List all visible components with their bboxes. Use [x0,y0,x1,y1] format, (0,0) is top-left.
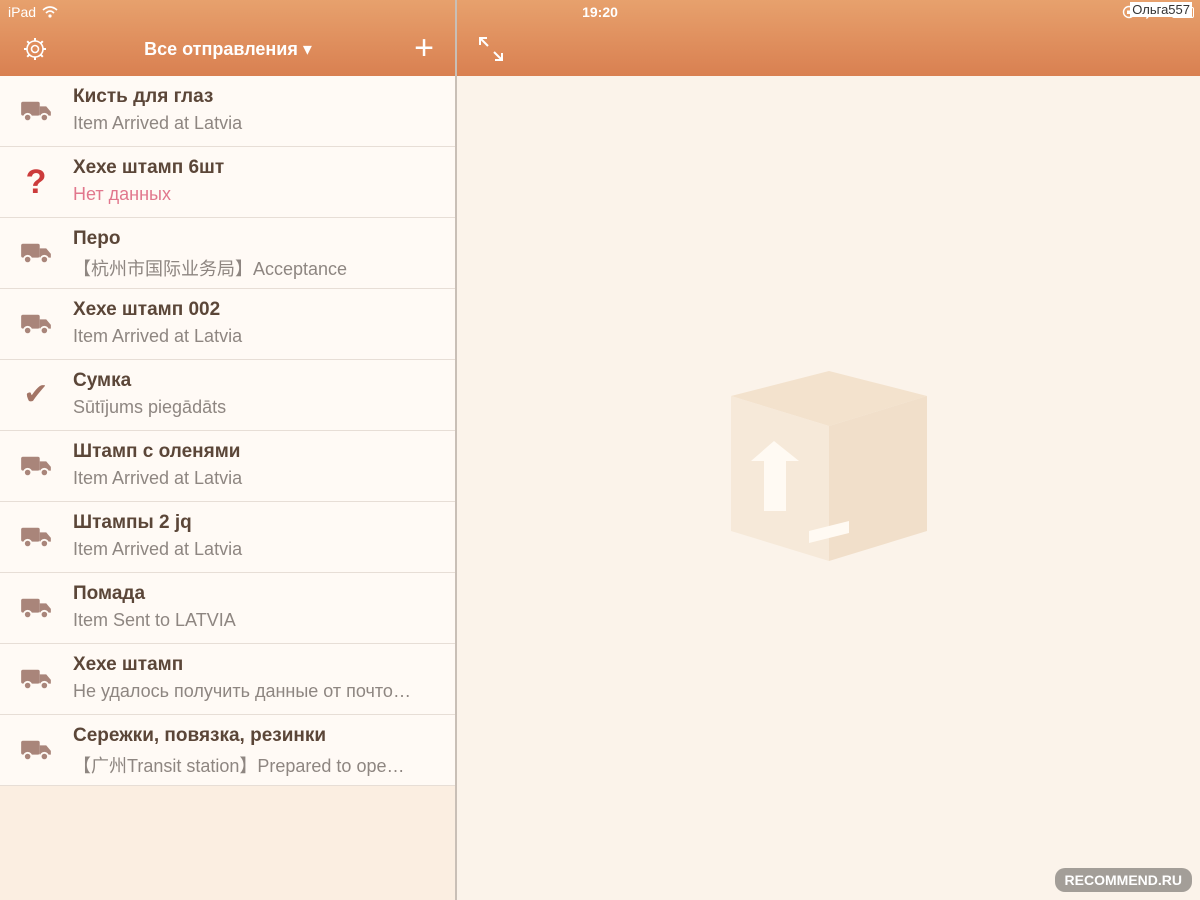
check-icon: ✔ [23,378,49,411]
status-bar: iPad 19:20 9 Ольга557 [0,0,1200,26]
shipment-row[interactable]: Помада Item Sent to LATVIA [0,573,455,644]
package-icon [731,371,927,561]
detail-pane [457,76,1200,900]
detail-nav-bar [457,26,1200,76]
truck-icon [18,451,54,481]
top-bar: iPad 19:20 9 Ольга557 [0,0,1200,76]
shipment-name: Сумка [73,370,132,391]
question-icon: ? [25,163,47,201]
shipment-name: Хехе штамп 6шт [73,157,225,178]
user-tag: Ольга557 [1130,2,1192,17]
list-empty-area [0,786,455,900]
shipment-status: Item Arrived at Latvia [73,326,243,346]
shipment-name: Сережки, повязка, резинки [73,725,327,746]
truck-icon [18,238,54,268]
truck-icon [18,664,54,694]
shipment-name: Хехе штамп [73,654,184,675]
shipment-row[interactable]: ? Хехе штамп 6шт Нет данных [0,147,455,218]
add-shipment-button[interactable]: + [414,31,434,65]
shipment-status: Sūtījums piegādāts [73,397,227,417]
truck-icon [18,522,54,552]
shipment-row[interactable]: Сережки, повязка, резинки 【广州Transit stat… [0,715,455,786]
status-time: 19:20 [582,4,618,20]
shipment-name: Штамп с оленями [73,441,241,462]
truck-icon [18,593,54,623]
shipment-row[interactable]: Хехе штамп 002 Item Arrived at Latvia [0,289,455,360]
shipment-status: Item Arrived at Latvia [73,468,243,488]
shipment-list: Кисть для глаз Item Arrived at Latvia? Хех… [0,76,455,786]
shipment-row[interactable]: Хехе штамп Не удалось получить данные от … [0,644,455,715]
shipment-row[interactable]: Кисть для глаз Item Arrived at Latvia [0,76,455,147]
shipment-status: 【广州Transit station】Prepared to ope… [73,756,405,776]
shipment-status: Item Arrived at Latvia [73,113,243,133]
shipment-row[interactable]: Штампы 2 jq Item Arrived at Latvia [0,502,455,573]
shipment-status: Item Sent to LATVIA [73,610,236,630]
shipment-row[interactable]: Перо 【杭州市国际业务局】Acceptance [0,218,455,289]
shipment-status: Item Arrived at Latvia [73,539,243,559]
shipment-name: Штампы 2 jq [73,512,192,533]
shipment-status: 【杭州市国际业务局】Acceptance [73,259,348,279]
shipment-name: Помада [73,583,146,604]
shipment-name: Кисть для глаз [73,86,214,107]
truck-icon [18,309,54,339]
watermark: RECOMMEND.RU [1054,868,1192,892]
shipment-status: Нет данных [73,184,171,204]
list-nav-bar: Все отправления ▾ + [0,26,456,76]
truck-icon [18,96,54,126]
shipment-name: Хехе штамп 002 [73,299,221,320]
shipment-row[interactable]: ✔ Сумка Sūtījums piegādāts [0,360,455,431]
shipment-name: Перо [73,228,121,249]
truck-icon [18,735,54,765]
shipment-row[interactable]: Штамп с оленями Item Arrived at Latvia [0,431,455,502]
filter-title-button[interactable]: Все отправления ▾ [0,39,456,60]
shipment-status: Не удалось получить данные от почто… [73,681,411,701]
expand-icon[interactable] [477,35,505,63]
